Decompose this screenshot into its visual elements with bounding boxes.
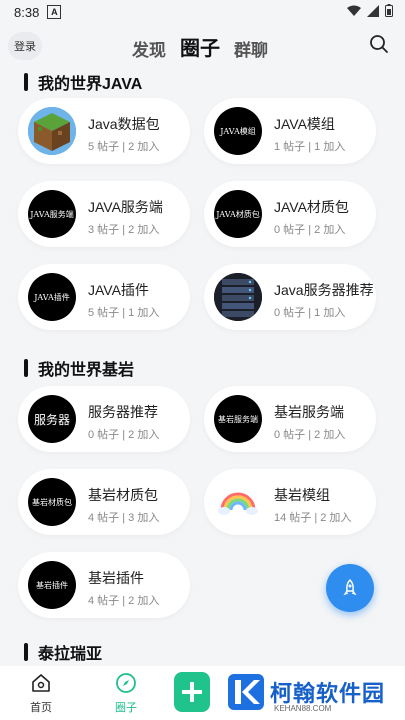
circle-name: JAVA材质包 xyxy=(274,199,349,215)
logo-text: 基岩服务端 xyxy=(218,414,258,424)
home-icon xyxy=(32,674,50,692)
logo-text: 基岩材质包 xyxy=(32,497,72,507)
section-title-text: 泰拉瑞亚 xyxy=(38,646,103,663)
signal-icon xyxy=(367,4,379,17)
circle-logo: JAVA材质包 xyxy=(214,190,262,238)
notification-a-icon: A xyxy=(47,5,62,19)
circle-stats: 4 帖子 | 2 加入 xyxy=(88,595,160,607)
circle-name: 基岩模组 xyxy=(274,487,330,503)
section-bar xyxy=(24,643,28,661)
circle-logo: 基岩服务端 xyxy=(214,395,262,443)
circle-stats: 3 帖子 | 2 加入 xyxy=(88,224,160,236)
circle-stats: 1 帖子 | 1 加入 xyxy=(274,141,346,153)
tab-group-chat[interactable]: 群聊 xyxy=(234,36,268,61)
circle-logo: 服务器 xyxy=(28,395,76,443)
compass-icon xyxy=(116,673,136,693)
nav-circles[interactable]: 圈子 xyxy=(101,672,151,715)
circle-logo: JAVA模组 xyxy=(214,107,262,155)
circle-logo: JAVA插件 xyxy=(28,273,76,321)
circle-stats: 4 帖子 | 3 加入 xyxy=(88,512,160,524)
circle-name: 基岩服务端 xyxy=(274,404,344,420)
status-time: 8:38 xyxy=(14,4,40,20)
circle-card[interactable]: JAVA模组 JAVA模组 1 帖子 | 1 加入 xyxy=(204,98,376,164)
add-post-button[interactable] xyxy=(174,672,210,712)
circle-card[interactable]: JAVA材质包 JAVA材质包 0 帖子 | 2 加入 xyxy=(204,181,376,247)
circle-card[interactable]: Java数据包 5 帖子 | 2 加入 xyxy=(18,98,190,164)
circle-card[interactable]: 基岩模组 14 帖子 | 2 加入 xyxy=(204,469,376,535)
rocket-fab-button[interactable] xyxy=(326,564,374,612)
logo-text: JAVA模组 xyxy=(220,126,256,136)
rocket-icon xyxy=(343,578,357,596)
search-icon[interactable] xyxy=(369,34,389,54)
tab-circles[interactable]: 圈子 xyxy=(180,32,220,61)
circle-stats: 0 帖子 | 1 加入 xyxy=(274,307,346,319)
battery-icon xyxy=(385,4,393,17)
circle-stats: 0 帖子 | 2 加入 xyxy=(88,429,160,441)
circle-card[interactable]: 基岩插件 基岩插件 4 帖子 | 2 加入 xyxy=(18,552,190,618)
circle-name: 基岩材质包 xyxy=(88,487,158,503)
rainbow-icon xyxy=(214,478,262,526)
grass-block-icon xyxy=(28,107,76,155)
logo-text: 服务器 xyxy=(33,412,70,427)
top-tabs: 发现 圈子 群聊 xyxy=(132,32,268,61)
server-rack-icon xyxy=(214,273,262,321)
nav-home-label: 首页 xyxy=(30,702,52,714)
circle-name: 服务器推荐 xyxy=(88,404,158,420)
circle-card[interactable]: 基岩材质包 基岩材质包 4 帖子 | 3 加入 xyxy=(18,469,190,535)
circle-stats: 5 帖子 | 1 加入 xyxy=(88,307,160,319)
circle-card[interactable]: 基岩服务端 基岩服务端 0 帖子 | 2 加入 xyxy=(204,386,376,452)
circle-name: JAVA服务端 xyxy=(88,199,163,215)
circle-name: JAVA模组 xyxy=(274,116,335,132)
logo-text: JAVA插件 xyxy=(34,292,70,302)
circle-stats: 0 帖子 | 2 加入 xyxy=(274,224,346,236)
circle-name: Java服务器推荐 xyxy=(274,282,374,298)
status-icons xyxy=(347,4,393,17)
wifi-icon xyxy=(347,5,361,16)
logo-text: JAVA材质包 xyxy=(216,209,260,219)
watermark-subtitle: KEHAN88.COM xyxy=(274,704,332,713)
section-title-text: 我的世界JAVA xyxy=(38,76,143,93)
circle-name: JAVA插件 xyxy=(88,282,149,298)
nav-home[interactable]: 首页 xyxy=(16,672,66,715)
watermark-logo-icon xyxy=(228,674,264,710)
circle-stats: 0 帖子 | 2 加入 xyxy=(274,429,346,441)
circle-stats: 5 帖子 | 2 加入 xyxy=(88,141,160,153)
section-bar xyxy=(24,73,28,91)
section-title-java: 我的世界JAVA xyxy=(24,70,142,94)
section-title-bedrock: 我的世界基岩 xyxy=(24,356,134,380)
logo-text: 基岩插件 xyxy=(36,580,68,590)
section-title-terraria: 泰拉瑞亚 xyxy=(24,640,102,664)
circle-card[interactable]: JAVA插件 JAVA插件 5 帖子 | 1 加入 xyxy=(18,264,190,330)
section-bar xyxy=(24,359,28,377)
circle-name: Java数据包 xyxy=(88,116,160,132)
circle-name: 基岩插件 xyxy=(88,570,144,586)
nav-circles-label: 圈子 xyxy=(115,702,137,714)
top-header: 登录 发现 圈子 群聊 xyxy=(0,28,405,64)
watermark: 柯翰软件园 KEHAN88.COM xyxy=(226,670,405,720)
circle-logo: 基岩插件 xyxy=(28,561,76,609)
circle-logo: JAVA服务端 xyxy=(28,190,76,238)
circle-card[interactable]: 服务器 服务器推荐 0 帖子 | 2 加入 xyxy=(18,386,190,452)
section-title-text: 我的世界基岩 xyxy=(38,362,135,379)
circle-card[interactable]: Java服务器推荐 0 帖子 | 1 加入 xyxy=(204,264,376,330)
circle-stats: 14 帖子 | 2 加入 xyxy=(274,512,352,524)
circle-card[interactable]: JAVA服务端 JAVA服务端 3 帖子 | 2 加入 xyxy=(18,181,190,247)
status-bar: 8:38 A xyxy=(0,0,405,24)
tab-discover[interactable]: 发现 xyxy=(132,36,166,61)
login-button[interactable]: 登录 xyxy=(8,32,42,60)
circle-logo: 基岩材质包 xyxy=(28,478,76,526)
logo-text: JAVA服务端 xyxy=(30,209,74,219)
